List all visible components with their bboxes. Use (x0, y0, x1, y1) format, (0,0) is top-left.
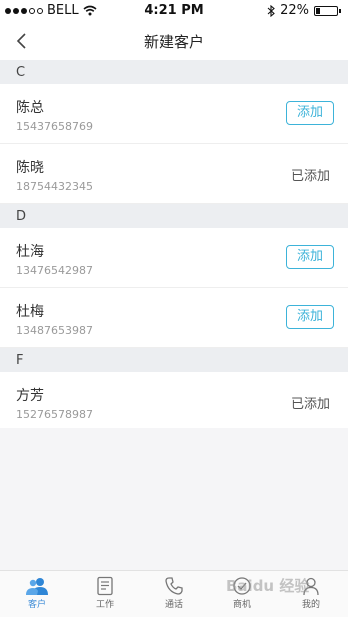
status-bar: BELL 4:21 PM 22% (0, 0, 348, 22)
contact-name: 杜海 (16, 244, 44, 260)
section-header-f: F (0, 348, 348, 372)
list-item: 杜梅 13487653987 添加 (0, 288, 348, 348)
tab-customers[interactable]: 客户 (7, 574, 67, 616)
contact-phone: 15437658769 (16, 120, 93, 133)
list-item: 杜海 13476542987 添加 (0, 228, 348, 288)
contact-name: 方芳 (16, 388, 44, 404)
document-icon (97, 576, 113, 596)
contact-name: 陈总 (16, 100, 44, 116)
battery-icon (314, 5, 341, 16)
add-button[interactable]: 添加 (286, 305, 334, 329)
contact-phone: 15276578987 (16, 408, 93, 421)
status-right: 22% (267, 3, 341, 18)
added-status: 已添加 (290, 397, 330, 412)
contact-phone: 13487653987 (16, 324, 93, 337)
contact-phone: 13476542987 (16, 264, 93, 277)
contact-phone: 18754432345 (16, 180, 93, 193)
watermark: Baidu 经验 (226, 577, 310, 595)
battery-percent: 22% (280, 3, 309, 18)
tab-label: 我的 (301, 600, 320, 610)
contact-name: 陈晓 (16, 160, 44, 176)
contact-list: C 陈总 15437658769 添加 陈晓 18754432345 已添加 D… (0, 60, 348, 432)
tab-work[interactable]: 工作 (75, 574, 135, 616)
contact-name: 杜梅 (16, 304, 44, 320)
list-item: 陈总 15437658769 添加 (0, 84, 348, 144)
list-item: 方芳 15276578987 已添加 (0, 372, 348, 432)
page-title: 新建客户 (143, 33, 204, 51)
tab-label: 通话 (164, 600, 183, 610)
empty-area (0, 428, 348, 570)
people-icon (26, 578, 48, 595)
added-status: 已添加 (290, 169, 330, 184)
add-button[interactable]: 添加 (286, 101, 334, 125)
phone-icon (165, 577, 183, 595)
tab-label: 工作 (95, 600, 114, 610)
add-button[interactable]: 添加 (286, 245, 334, 269)
tab-label: 客户 (27, 600, 46, 610)
section-header-d: D (0, 204, 348, 228)
list-item: 陈晓 18754432345 已添加 (0, 144, 348, 204)
tab-calls[interactable]: 通话 (144, 574, 204, 616)
section-header-c: C (0, 60, 348, 84)
tab-label: 商机 (232, 600, 251, 610)
navigation-bar: 新建客户 (0, 22, 348, 60)
bluetooth-icon (267, 4, 275, 17)
